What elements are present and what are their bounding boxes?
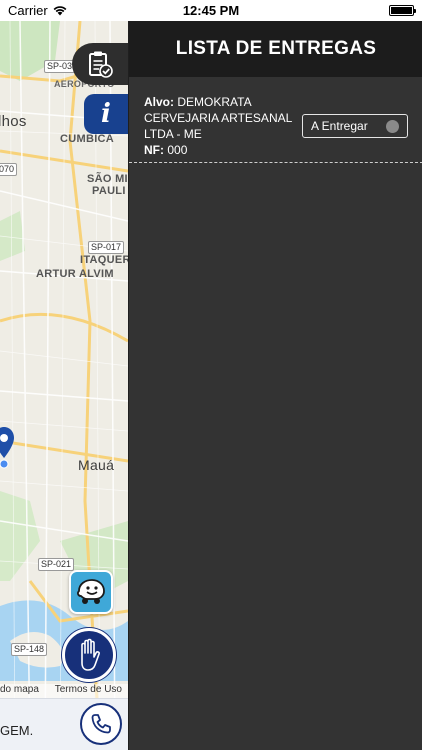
road-shield-sp021: SP-021 [38, 558, 75, 571]
map-label-artur-alvim: ARTUR ALVIM [36, 268, 114, 280]
map-view[interactable]: lhos AEROPORTO CUMBICA SÃO MI PAULI ITAQ… [0, 21, 128, 750]
info-button[interactable]: i [84, 94, 128, 134]
location-pin-icon[interactable] [0, 427, 14, 469]
bottom-bar: GEM. [0, 698, 128, 750]
delivery-target: Alvo: DEMOKRATA CERVEJARIA ARTESANAL LTD… [144, 94, 294, 142]
target-label: Alvo: [144, 95, 174, 109]
phone-icon [91, 714, 111, 734]
delivery-info: Alvo: DEMOKRATA CERVEJARIA ARTESANAL LTD… [144, 94, 294, 158]
info-icon: i [101, 99, 111, 129]
terms-of-use-link[interactable]: Termos de Uso [55, 684, 122, 698]
map-label-sao-miguel: SÃO MI [87, 173, 128, 185]
road-shield-070: 070 [0, 163, 18, 176]
clipboard-check-icon [89, 51, 113, 78]
delivery-item[interactable]: Alvo: DEMOKRATA CERVEJARIA ARTESANAL LTD… [129, 77, 422, 163]
call-button[interactable] [80, 703, 122, 745]
road-shield-sp148: SP-148 [11, 643, 48, 656]
delivery-status-toggle[interactable]: A Entregar [302, 114, 408, 138]
delivery-nf: NF: 000 [144, 142, 294, 158]
hand-stop-icon [81, 638, 100, 671]
battery-icon [389, 5, 416, 16]
nf-value: 000 [167, 143, 188, 157]
wifi-icon [53, 6, 67, 16]
map-label-lhos: lhos [0, 113, 27, 130]
panel-title: LISTA DE ENTREGAS [175, 38, 377, 59]
nf-label: NF: [144, 143, 164, 157]
map-footer: do mapa Termos de Uso [0, 684, 128, 698]
bottom-bar-text: GEM. [0, 723, 34, 738]
map-label-itaquera: ITAQUER [80, 254, 128, 266]
map-label-maua: Mauá [78, 457, 115, 473]
waze-icon [77, 579, 105, 604]
waze-button[interactable] [69, 570, 113, 614]
stop-hand-button[interactable] [62, 628, 116, 682]
map-label-cumbica: CUMBICA [60, 133, 115, 145]
toggle-knob [386, 119, 399, 133]
road-shield-sp03: SP-03 [44, 60, 76, 73]
delivery-list-tab-button[interactable] [72, 43, 128, 85]
map-label-paulista: PAULI [92, 185, 126, 197]
delivery-status-label: A Entregar [311, 119, 368, 133]
delivery-list-panel: LISTA DE ENTREGAS Alvo: DEMOKRATA CERVEJ… [128, 21, 422, 750]
status-bar: Carrier 12:45 PM [0, 0, 422, 21]
status-left: Carrier [8, 3, 67, 18]
carrier-label: Carrier [8, 3, 48, 18]
panel-header: LISTA DE ENTREGAS [129, 21, 422, 77]
map-data-link[interactable]: do mapa [0, 684, 39, 698]
road-shield-sp017: SP-017 [88, 241, 125, 254]
